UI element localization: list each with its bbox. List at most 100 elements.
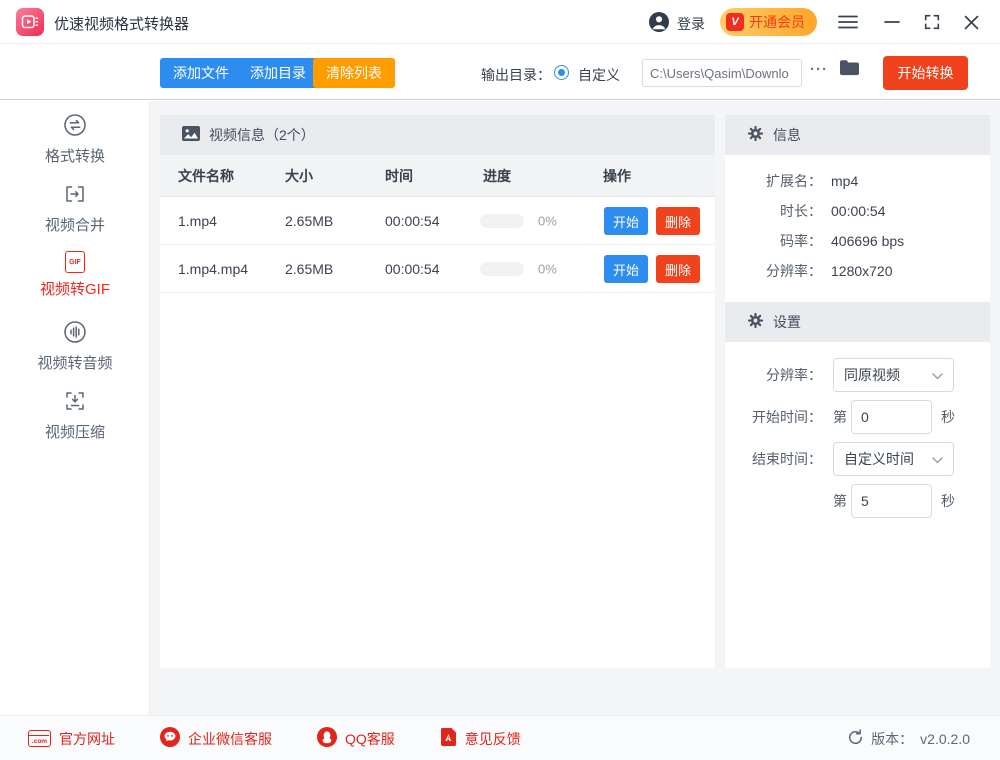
sidebar-item-label: 视频转GIF	[40, 278, 110, 299]
table-row: 1.mp4.mp4 2.65MB 00:00:54 0% 开始 删除	[160, 245, 715, 293]
clear-list-button[interactable]: 清除列表	[313, 58, 395, 88]
file-size: 2.65MB	[285, 213, 333, 229]
column-progress: 进度	[483, 166, 511, 186]
chevron-down-icon	[932, 367, 943, 383]
feedback-icon	[440, 727, 457, 750]
table-header-row: 文件名称 大小 时间 进度 操作	[160, 155, 715, 197]
open-vip-button[interactable]: V 开通会员	[720, 8, 817, 36]
video-merge-icon	[63, 182, 87, 209]
file-panel-title: 视频信息（2个）	[209, 125, 315, 145]
details-panel: 信息 扩展名： mp4 时长： 00:00:54 码率： 406696 bps …	[725, 115, 990, 668]
gear-icon	[747, 125, 764, 145]
file-time: 00:00:54	[385, 213, 440, 229]
seconds-label: 秒	[941, 491, 955, 511]
ordinal-label: 第	[833, 491, 847, 511]
folder-icon[interactable]	[839, 59, 860, 79]
sidebar-item-label: 视频合并	[45, 214, 105, 235]
add-folder-button[interactable]: 添加目录	[237, 58, 319, 88]
output-dir-label: 输出目录：	[481, 65, 551, 85]
start-button[interactable]: 开始	[604, 255, 648, 283]
progress-percent: 0%	[538, 213, 557, 228]
setting-row-end-seconds: 第 秒	[725, 484, 990, 518]
file-name: 1.mp4	[178, 213, 217, 229]
info-section-title: 信息	[773, 125, 801, 145]
sidebar-item-video-merge[interactable]: 视频合并	[0, 182, 150, 244]
info-field-extension: 扩展名： mp4	[725, 166, 990, 196]
add-file-button[interactable]: 添加文件	[160, 58, 242, 88]
output-path-input[interactable]	[642, 59, 802, 87]
column-size: 大小	[285, 166, 313, 186]
file-panel-header: 视频信息（2个）	[160, 115, 715, 155]
sidebar-item-format-convert[interactable]: 格式转换	[0, 113, 150, 175]
sidebar-item-label: 视频转音频	[37, 352, 112, 373]
column-name: 文件名称	[178, 166, 234, 186]
app-window: 优速视频格式转换器 登录 V 开通会员	[0, 0, 1000, 760]
delete-button[interactable]: 删除	[656, 255, 700, 283]
browse-more-button[interactable]: ···	[810, 61, 828, 78]
vip-label: 开通会员	[749, 12, 805, 32]
gif-file-icon: GIF	[65, 251, 85, 273]
app-logo-icon	[16, 8, 44, 36]
setting-row-end-time: 结束时间： 自定义时间	[725, 442, 990, 476]
sidebar: 格式转换 视频合并 GIF 视频转GIF 视	[0, 101, 150, 715]
info-section-header: 信息	[725, 115, 990, 155]
info-field-bitrate: 码率： 406696 bps	[725, 226, 990, 256]
setting-row-start-time: 开始时间： 第 秒	[725, 400, 990, 434]
menu-button[interactable]	[838, 12, 858, 32]
column-time: 时间	[385, 166, 413, 186]
official-website-link[interactable]: .com 官方网址	[28, 729, 115, 749]
format-convert-icon	[63, 113, 87, 140]
app-title: 优速视频格式转换器	[54, 13, 189, 34]
sidebar-item-label: 格式转换	[45, 145, 105, 166]
file-list-panel: 视频信息（2个） 文件名称 大小 时间 进度 操作 1.mp4 2.65MB 0…	[160, 115, 715, 668]
end-time-label: 结束时间：	[725, 449, 822, 469]
feedback-link[interactable]: 意见反馈	[440, 727, 521, 750]
custom-radio[interactable]	[554, 65, 569, 80]
sidebar-item-label: 视频压缩	[45, 421, 105, 442]
end-time-input[interactable]	[851, 484, 932, 518]
login-label: 登录	[677, 14, 705, 34]
end-time-select[interactable]: 自定义时间	[833, 442, 954, 476]
maximize-button[interactable]	[922, 12, 942, 32]
qq-support-link[interactable]: QQ客服	[317, 727, 395, 750]
minimize-button[interactable]	[882, 12, 902, 32]
resolution-select[interactable]: 同原视频	[833, 358, 954, 392]
titlebar: 优速视频格式转换器 登录 V 开通会员	[0, 0, 1000, 44]
sidebar-item-video-to-gif[interactable]: GIF 视频转GIF	[0, 251, 150, 313]
wechat-icon	[160, 727, 180, 750]
start-button[interactable]: 开始	[604, 207, 648, 235]
progress-percent: 0%	[538, 261, 557, 276]
qq-icon	[317, 727, 337, 750]
start-convert-button[interactable]: 开始转换	[883, 56, 968, 90]
sidebar-item-video-to-audio[interactable]: 视频转音频	[0, 320, 150, 382]
sidebar-item-video-compress[interactable]: 视频压缩	[0, 389, 150, 451]
close-button[interactable]	[961, 12, 981, 32]
ordinal-label: 第	[833, 407, 847, 427]
video-info-icon	[182, 126, 200, 144]
table-row: 1.mp4 2.65MB 00:00:54 0% 开始 删除	[160, 197, 715, 245]
gear-icon	[747, 312, 764, 332]
settings-section-title: 设置	[773, 312, 801, 332]
start-time-input[interactable]	[851, 400, 932, 434]
video-to-audio-icon	[63, 320, 87, 347]
chevron-down-icon	[932, 451, 943, 467]
wechat-support-link[interactable]: 企业微信客服	[160, 727, 272, 750]
progress-bar	[480, 262, 524, 276]
seconds-label: 秒	[941, 407, 955, 427]
version-label: 版本：	[871, 729, 913, 749]
version-info: 版本： v2.0.2.0	[847, 716, 970, 760]
info-field-duration: 时长： 00:00:54	[725, 196, 990, 226]
login-button[interactable]: 登录	[648, 11, 705, 36]
user-icon	[648, 11, 670, 36]
resolution-label: 分辨率：	[725, 365, 822, 385]
info-field-resolution: 分辨率： 1280x720	[725, 256, 990, 286]
footer: .com 官方网址 企业微信客服	[0, 715, 1000, 760]
start-time-label: 开始时间：	[725, 407, 822, 427]
vip-icon: V	[726, 13, 744, 31]
refresh-icon[interactable]	[847, 729, 864, 749]
delete-button[interactable]: 删除	[656, 207, 700, 235]
version-value: v2.0.2.0	[920, 731, 970, 747]
setting-row-resolution: 分辨率： 同原视频	[725, 358, 990, 392]
custom-option-label: 自定义	[578, 65, 620, 85]
file-name: 1.mp4.mp4	[178, 261, 248, 277]
